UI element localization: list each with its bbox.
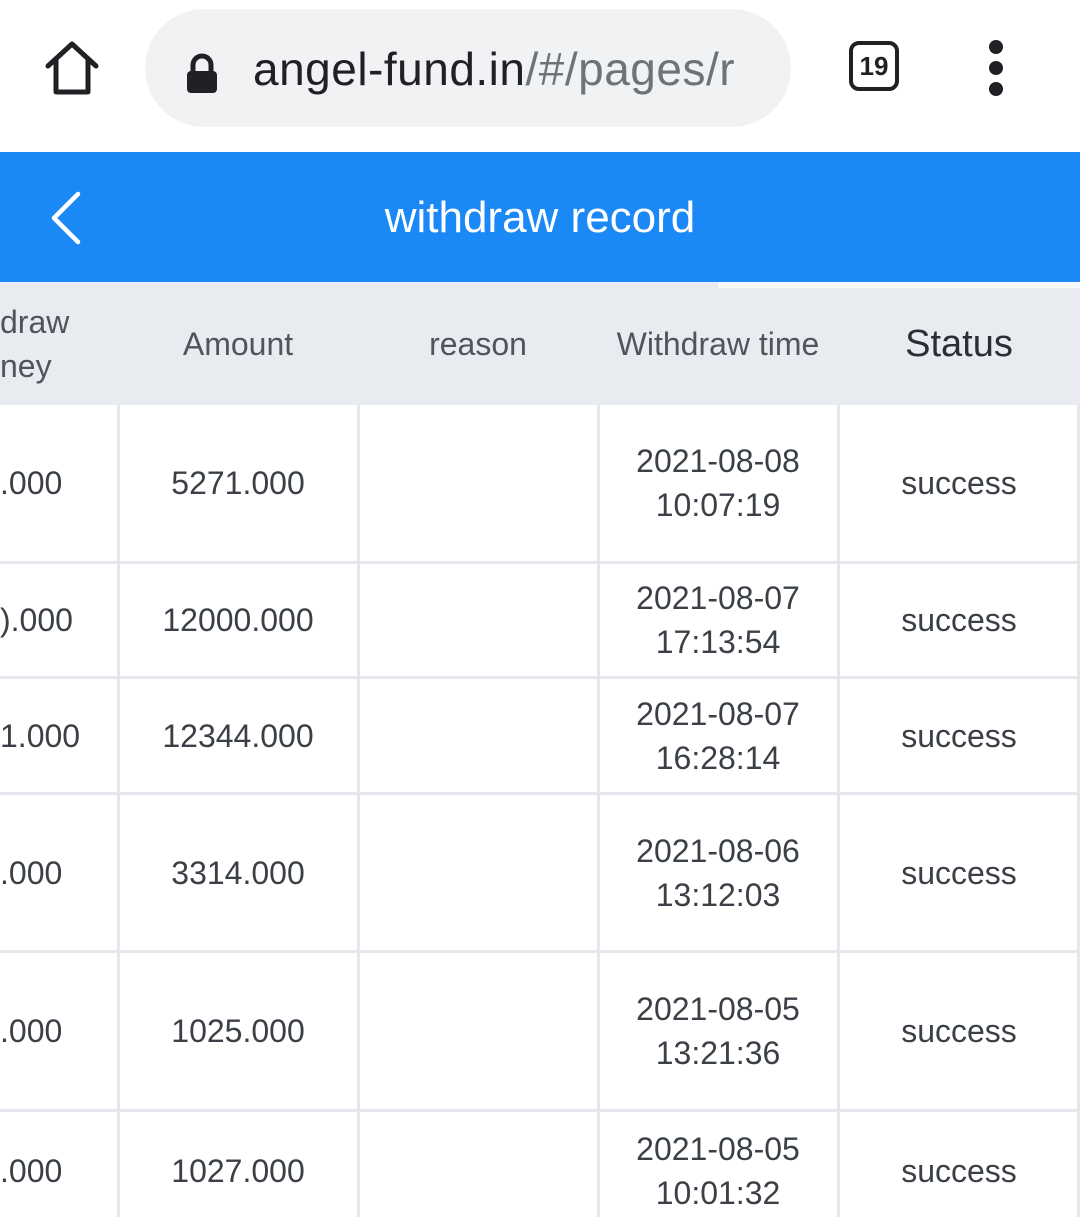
table-row[interactable]: .000 1027.000 2021-08-05 10:01:32 succes… [0,1112,1080,1230]
column-header-withdraw-money: draw ney [0,282,117,405]
cell-withdraw-time: 2021-08-07 17:13:54 [598,564,838,676]
table-header: draw ney Amount reason Withdraw time Sta… [0,282,1080,405]
url-text[interactable]: angel-fund.in/#/pages/r [253,41,735,97]
cell-status: success [901,717,1017,754]
cell-date: 2021-08-06 [636,832,800,869]
cell-status: success [901,1013,1017,1049]
app-header: withdraw record [0,152,1080,282]
tabs-button[interactable]: 19 [849,41,899,91]
cell-reason [358,405,598,561]
cell-withdraw-money: .000 [0,1153,63,1189]
cell-time: 13:12:03 [655,876,781,913]
url-host: angel-fund.in [253,43,526,95]
cell-amount: 5271.000 [171,465,305,501]
cell-withdraw-money: 1.000 [0,717,81,754]
tab-count: 19 [859,50,889,81]
cell-date: 2021-08-05 [636,991,800,1027]
cell-reason [358,795,598,950]
cell-withdraw-money: ).000 [0,602,73,638]
cell-withdraw-time: 2021-08-06 13:12:03 [598,795,838,950]
table-row[interactable]: ).000 12000.000 2021-08-07 17:13:54 succ… [0,564,1080,679]
cell-withdraw-money: .000 [0,854,63,891]
url-path: /#/pages/r [525,43,736,95]
cell-reason [358,564,598,676]
cell-withdraw-time: 2021-08-08 10:07:19 [598,405,838,561]
cell-time: 13:21:36 [655,1035,781,1071]
cell-time: 16:28:14 [655,739,781,776]
table-row[interactable]: 1.000 12344.000 2021-08-07 16:28:14 succ… [0,679,1080,795]
cell-amount: 1025.000 [171,1013,305,1049]
cell-withdraw-money: .000 [0,465,63,501]
lock-icon [185,53,219,95]
cell-amount: 12000.000 [162,602,314,638]
table-row[interactable]: .000 3314.000 2021-08-06 13:12:03 succes… [0,795,1080,953]
column-divider [117,405,120,1217]
cell-status: success [901,854,1017,891]
cell-withdraw-time: 2021-08-07 16:28:14 [598,679,838,792]
cell-time: 10:07:19 [655,487,781,523]
browser-toolbar: angel-fund.in/#/pages/r 19 [0,0,1080,152]
cell-time: 17:13:54 [655,624,781,660]
cell-amount: 12344.000 [162,717,314,754]
cell-time: 10:01:32 [655,1175,781,1211]
table-row[interactable]: .000 1025.000 2021-08-05 13:21:36 succes… [0,953,1080,1112]
column-header-line: draw [0,303,70,340]
column-header-reason: reason [429,325,527,362]
cell-amount: 3314.000 [171,854,305,891]
cell-status: success [901,1153,1017,1189]
cell-status: success [901,602,1017,638]
address-bar[interactable]: angel-fund.in/#/pages/r [145,9,791,127]
cell-withdraw-time: 2021-08-05 13:21:36 [598,953,838,1109]
header-divider [718,282,1080,288]
cell-status: success [901,465,1017,501]
cell-withdraw-money: .000 [0,1013,63,1049]
column-divider [597,405,600,1217]
cell-date: 2021-08-05 [636,1131,800,1167]
cell-date: 2021-08-07 [636,580,800,616]
column-header-withdraw-time: Withdraw time [616,325,820,362]
home-icon[interactable] [40,36,104,100]
cell-date: 2021-08-08 [636,443,800,479]
column-header-amount: Amount [182,325,294,362]
table-row[interactable]: .000 5271.000 2021-08-08 10:07:19 succes… [0,405,1080,564]
cell-reason [358,1112,598,1230]
column-divider [357,405,360,1217]
column-header-line: ney [0,347,52,384]
cell-amount: 1027.000 [171,1153,305,1189]
column-divider [837,405,840,1217]
more-vertical-icon[interactable] [980,40,1012,96]
cell-reason [358,953,598,1109]
column-header-status: Status [905,322,1013,365]
cell-date: 2021-08-07 [636,695,800,732]
cell-withdraw-time: 2021-08-05 10:01:32 [598,1112,838,1230]
cell-reason [358,679,598,792]
page-title: withdraw record [384,193,696,242]
